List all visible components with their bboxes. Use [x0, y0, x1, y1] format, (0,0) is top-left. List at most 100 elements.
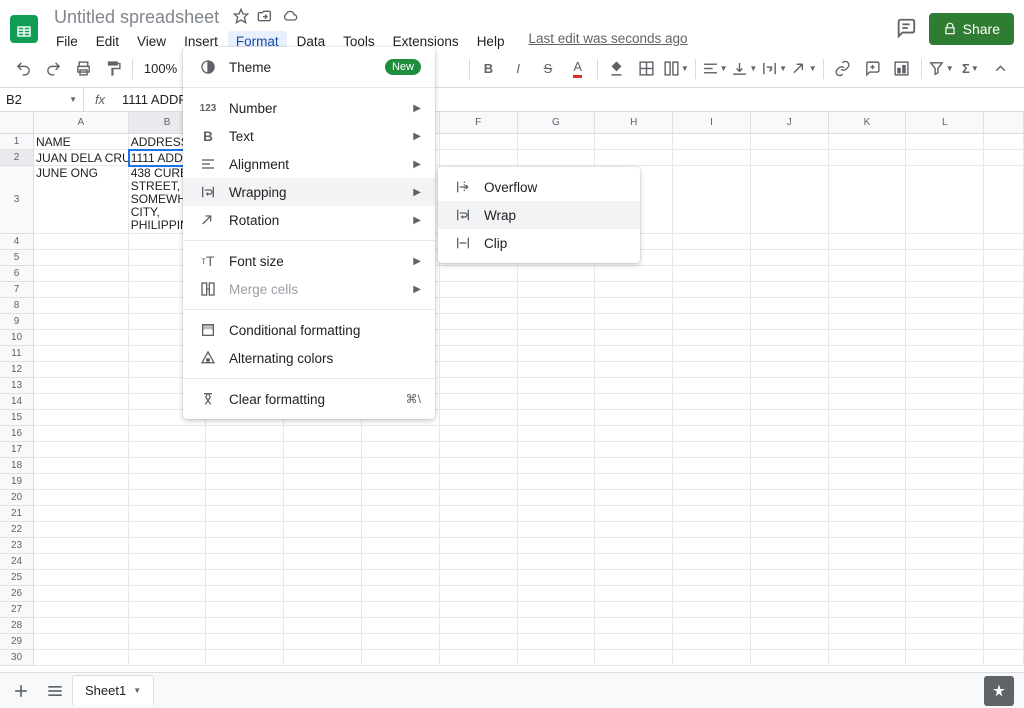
cell[interactable] — [129, 442, 207, 458]
cell[interactable] — [906, 378, 984, 394]
collapse-toolbar-button[interactable] — [986, 55, 1014, 83]
cell[interactable] — [984, 618, 1024, 634]
cell[interactable] — [518, 554, 596, 570]
cell[interactable] — [751, 586, 829, 602]
cell[interactable] — [34, 362, 129, 378]
submenu-wrap[interactable]: Wrap — [438, 201, 640, 229]
print-button[interactable] — [69, 55, 97, 83]
add-sheet-button[interactable] — [4, 676, 38, 706]
cell[interactable] — [129, 586, 207, 602]
row-header[interactable]: 26 — [0, 586, 34, 602]
cell[interactable] — [206, 650, 284, 666]
cell[interactable] — [362, 570, 440, 586]
row-header[interactable]: 15 — [0, 410, 34, 426]
cell[interactable] — [829, 166, 907, 234]
comment-button[interactable] — [858, 55, 886, 83]
cell[interactable] — [751, 650, 829, 666]
cell[interactable] — [129, 602, 207, 618]
row-header[interactable]: 24 — [0, 554, 34, 570]
cell[interactable] — [673, 282, 751, 298]
cell[interactable] — [906, 234, 984, 250]
cell[interactable] — [440, 618, 518, 634]
cell[interactable] — [906, 618, 984, 634]
cell[interactable] — [129, 634, 207, 650]
cell[interactable] — [829, 634, 907, 650]
cell[interactable] — [984, 522, 1024, 538]
cell[interactable] — [829, 394, 907, 410]
cell[interactable] — [34, 602, 129, 618]
cell[interactable] — [518, 426, 596, 442]
last-edit-link[interactable]: Last edit was seconds ago — [528, 31, 687, 52]
row-header[interactable]: 1 — [0, 134, 34, 150]
row-header[interactable]: 27 — [0, 602, 34, 618]
cell[interactable] — [129, 554, 207, 570]
cell[interactable] — [595, 474, 673, 490]
menu-font-size[interactable]: тT Font size ▶ — [183, 247, 435, 275]
cell[interactable] — [595, 586, 673, 602]
cell[interactable] — [440, 634, 518, 650]
cell[interactable] — [751, 618, 829, 634]
cell[interactable] — [440, 586, 518, 602]
cell[interactable] — [440, 314, 518, 330]
cell[interactable] — [440, 330, 518, 346]
cell[interactable] — [595, 618, 673, 634]
cell[interactable] — [518, 134, 596, 150]
cell[interactable] — [984, 150, 1024, 166]
cell[interactable] — [595, 522, 673, 538]
cell[interactable] — [984, 250, 1024, 266]
menu-theme[interactable]: Theme New — [183, 53, 435, 81]
cell[interactable] — [984, 378, 1024, 394]
cell[interactable] — [518, 410, 596, 426]
cell[interactable] — [206, 490, 284, 506]
merge-button[interactable]: ▼ — [662, 55, 690, 83]
functions-button[interactable]: Σ▼ — [957, 55, 985, 83]
cell[interactable] — [751, 166, 829, 234]
cell[interactable] — [906, 250, 984, 266]
menu-alignment[interactable]: Alignment ▶ — [183, 150, 435, 178]
cell[interactable] — [829, 474, 907, 490]
cell[interactable] — [440, 282, 518, 298]
cell[interactable] — [518, 378, 596, 394]
row-header[interactable]: 30 — [0, 650, 34, 666]
cell[interactable] — [595, 442, 673, 458]
cell[interactable] — [829, 266, 907, 282]
cell[interactable] — [34, 426, 129, 442]
cell[interactable] — [595, 490, 673, 506]
cell[interactable] — [284, 602, 362, 618]
row-header[interactable]: 11 — [0, 346, 34, 362]
cell[interactable] — [362, 458, 440, 474]
cell[interactable] — [129, 458, 207, 474]
cell[interactable] — [34, 650, 129, 666]
cell[interactable] — [595, 314, 673, 330]
cell[interactable] — [34, 346, 129, 362]
cell[interactable] — [673, 586, 751, 602]
cell[interactable] — [284, 490, 362, 506]
cell[interactable] — [751, 134, 829, 150]
menu-edit[interactable]: Edit — [88, 31, 127, 52]
cell[interactable] — [673, 362, 751, 378]
menu-view[interactable]: View — [129, 31, 174, 52]
cell[interactable] — [34, 474, 129, 490]
cell[interactable] — [751, 570, 829, 586]
cell[interactable] — [34, 586, 129, 602]
cell[interactable] — [595, 602, 673, 618]
cell[interactable] — [518, 314, 596, 330]
cell[interactable] — [906, 134, 984, 150]
italic-button[interactable]: I — [504, 55, 532, 83]
cell[interactable] — [518, 458, 596, 474]
star-icon[interactable] — [233, 8, 249, 27]
cell[interactable] — [518, 522, 596, 538]
sheets-logo[interactable] — [10, 15, 38, 43]
cell[interactable] — [984, 134, 1024, 150]
cell[interactable] — [440, 150, 518, 166]
cell[interactable] — [34, 554, 129, 570]
cell[interactable] — [829, 586, 907, 602]
cell[interactable] — [984, 346, 1024, 362]
cell[interactable] — [440, 442, 518, 458]
cell[interactable] — [829, 554, 907, 570]
cell[interactable] — [440, 410, 518, 426]
cell[interactable] — [829, 234, 907, 250]
cell[interactable] — [129, 538, 207, 554]
sheet-tab[interactable]: Sheet1▼ — [72, 675, 154, 705]
cell[interactable] — [34, 378, 129, 394]
